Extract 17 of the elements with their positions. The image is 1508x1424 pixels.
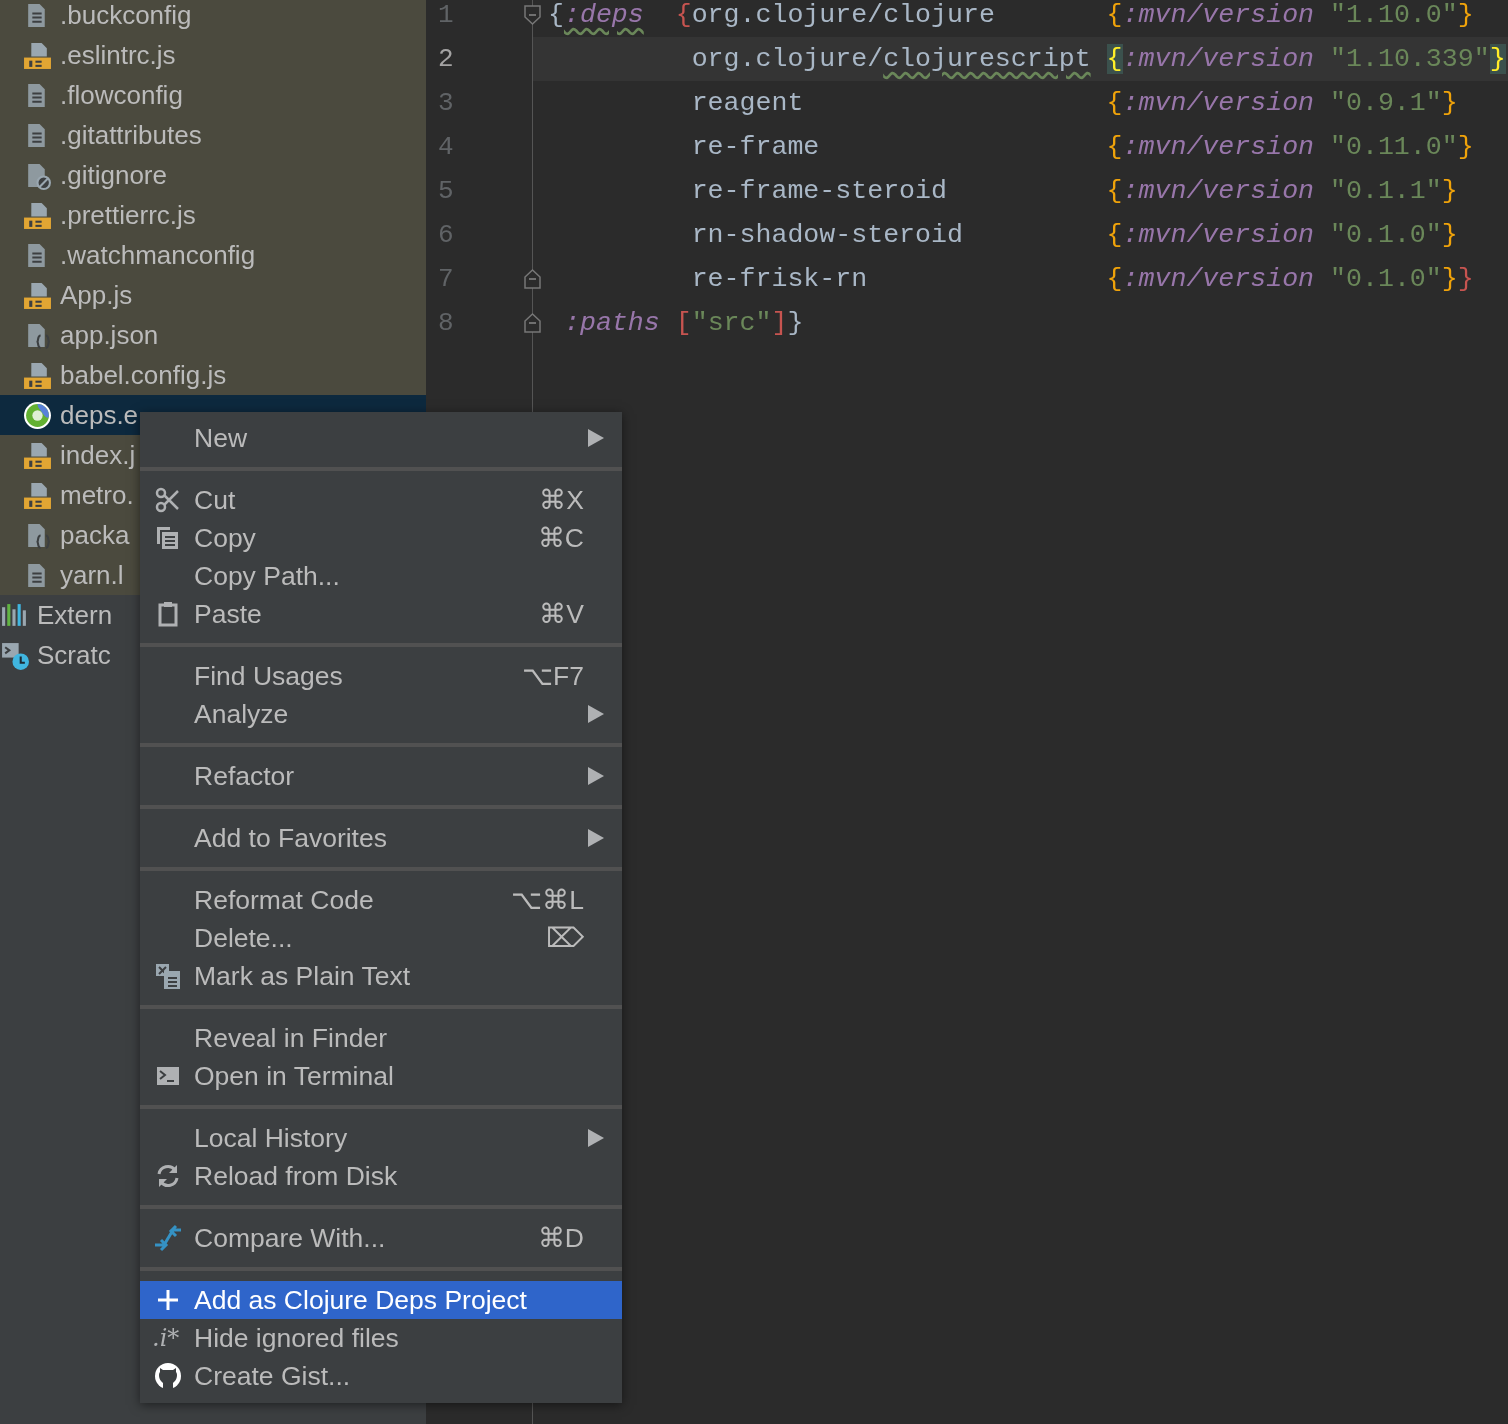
- code-line: re-frame {:mvn/version "0.11.0"}: [690, 132, 1474, 162]
- code-line: re-frisk-rn {:mvn/version "0.1.0"}}: [690, 264, 1474, 294]
- code-line: rn-shadow-steroid {:mvn/version "0.1.0"}: [690, 220, 1458, 250]
- line-number: 6: [438, 220, 454, 250]
- line-number: 3: [438, 88, 454, 118]
- line-number: 4: [438, 132, 454, 162]
- code-line: {:deps {org.clojure/clojure {:mvn/version "1.10.0"}: [548, 0, 1474, 30]
- line-number: 7: [438, 264, 454, 294]
- line-number: 8: [438, 308, 454, 338]
- line-number: 1: [438, 0, 454, 30]
- code-line: :paths ["src"]}: [562, 308, 804, 338]
- code-line: re-frame-steroid {:mvn/version "0.1.1"}: [690, 176, 1458, 206]
- code-line: org.clojure/clojurescript {:mvn/version "1.10.339"}: [690, 44, 1506, 74]
- line-number: 5: [438, 176, 454, 206]
- code-line: reagent {:mvn/version "0.9.1"}: [690, 88, 1458, 118]
- line-number: 2: [438, 44, 454, 74]
- ignored-files-icon: .i*: [152, 1324, 194, 1352]
